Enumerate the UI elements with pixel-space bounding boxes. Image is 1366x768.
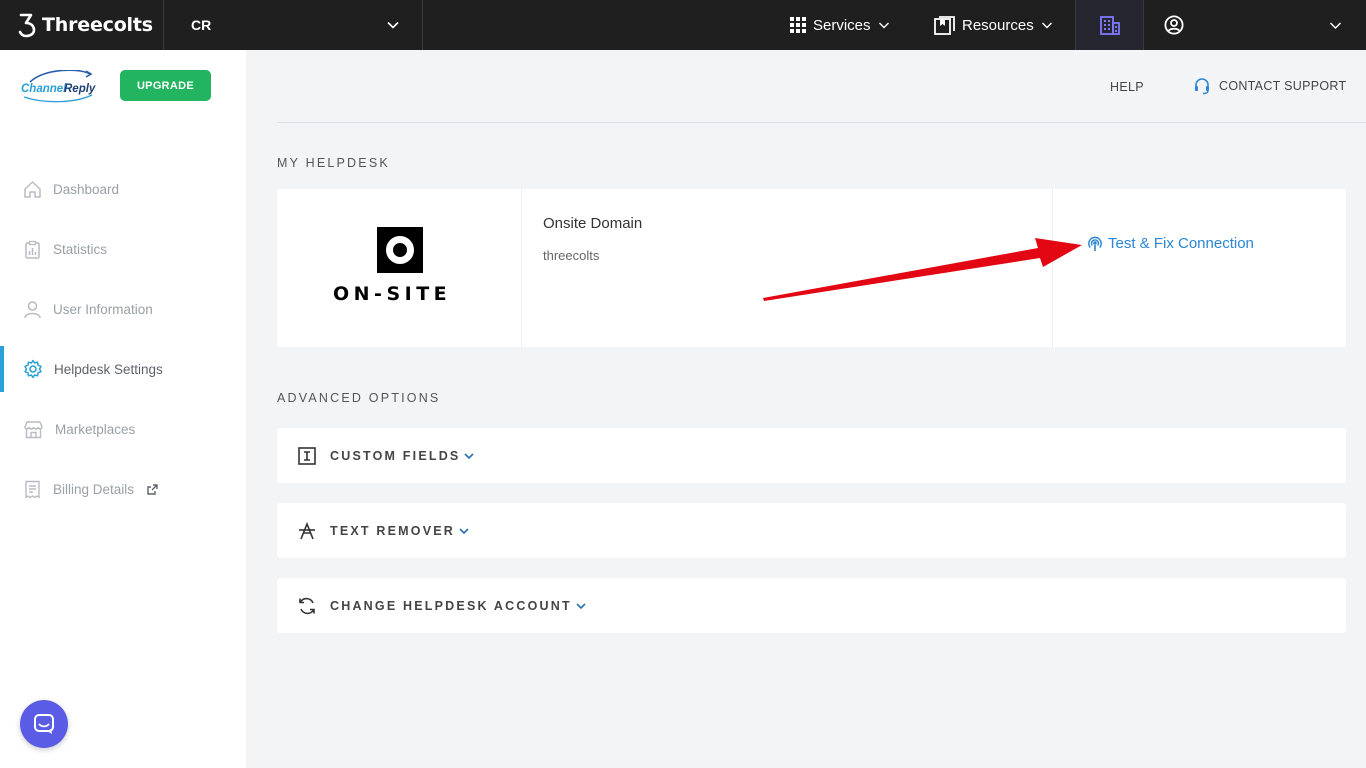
- custom-fields-toggle[interactable]: CUSTOM FIELDS: [277, 428, 1346, 483]
- divider: [521, 189, 522, 347]
- text-remover-toggle[interactable]: TEXT REMOVER: [277, 503, 1346, 558]
- sidebar-item-label: Statistics: [53, 241, 108, 257]
- resources-menu[interactable]: Resources: [934, 0, 1053, 50]
- resources-label: Resources: [962, 16, 1034, 34]
- onsite-logo-mark: [377, 227, 423, 273]
- test-fix-connection-link[interactable]: Test & Fix Connection: [1087, 235, 1254, 252]
- text-remover-label: TEXT REMOVER: [330, 523, 456, 538]
- book-icon: [934, 15, 955, 35]
- contact-support-link[interactable]: CONTACT SUPPORT: [1193, 77, 1346, 95]
- chevron-down-icon: [459, 527, 469, 534]
- contact-support-label: CONTACT SUPPORT: [1219, 79, 1347, 93]
- account-select[interactable]: CR: [164, 0, 422, 50]
- organization-button[interactable]: [1076, 0, 1143, 50]
- sidebar-item-label: Marketplaces: [55, 421, 136, 437]
- sidebar-item-marketplaces[interactable]: Marketplaces: [0, 406, 246, 452]
- chevron-down-icon: [387, 21, 399, 29]
- sidebar-item-billing-details[interactable]: Billing Details: [0, 466, 246, 512]
- helpdesk-card: ON-SITE Onsite Domain threecolts Test & …: [277, 189, 1346, 347]
- sidebar: Channel Reply UPGRADE Dashboard Statisti…: [0, 50, 246, 768]
- top-bar: Threecolts CR Services Resources: [0, 0, 1366, 50]
- user-icon: [24, 300, 41, 318]
- broadcast-icon: [1088, 236, 1102, 251]
- chat-launcher-button[interactable]: [20, 700, 68, 748]
- gear-icon: [24, 359, 42, 379]
- sidebar-item-label: User Information: [53, 301, 153, 317]
- brand-name: Threecolts: [42, 14, 153, 36]
- chevron-down-icon: [1041, 22, 1052, 29]
- chevron-down-icon: [576, 602, 586, 609]
- sidebar-item-helpdesk-settings[interactable]: Helpdesk Settings: [0, 346, 246, 392]
- strikethrough-icon: [299, 521, 315, 539]
- my-helpdesk-heading: MY HELPDESK: [277, 156, 390, 170]
- user-menu[interactable]: [1144, 0, 1366, 50]
- threecolts-brand[interactable]: Threecolts: [18, 0, 153, 50]
- svg-text:Channel: Channel: [21, 83, 67, 95]
- grid-icon: [790, 17, 806, 33]
- svg-text:Reply: Reply: [64, 83, 96, 95]
- clipboard-chart-icon: [25, 240, 40, 259]
- external-link-icon: [147, 483, 158, 495]
- channelreply-logo-icon: Channel Reply: [21, 69, 96, 103]
- custom-fields-label: CUSTOM FIELDS: [330, 448, 461, 463]
- chevron-down-icon: [878, 22, 889, 29]
- receipt-icon: [25, 480, 40, 498]
- building-icon: [1099, 15, 1120, 35]
- sidebar-item-statistics[interactable]: Statistics: [0, 226, 246, 272]
- onsite-logo-text: ON-SITE: [333, 283, 452, 305]
- chevron-down-icon: [464, 452, 475, 459]
- chat-icon: [34, 714, 54, 734]
- domain-title: Onsite Domain: [543, 215, 643, 232]
- sidebar-item-user-information[interactable]: User Information: [0, 286, 246, 332]
- advanced-options-heading: ADVANCED OPTIONS: [277, 391, 441, 405]
- domain-value: threecolts: [543, 248, 600, 263]
- services-menu[interactable]: Services: [790, 0, 890, 50]
- onsite-logo: ON-SITE: [333, 227, 465, 307]
- test-fix-connection-label: Test & Fix Connection: [1108, 235, 1254, 252]
- text-field-icon: [298, 446, 316, 465]
- divider: [1052, 189, 1053, 347]
- threecolts-logo-icon: [18, 13, 36, 38]
- store-icon: [24, 420, 43, 438]
- account-select-label: CR: [191, 17, 212, 33]
- upgrade-button[interactable]: UPGRADE: [120, 70, 211, 101]
- sidebar-item-dashboard[interactable]: Dashboard: [0, 166, 246, 212]
- services-label: Services: [813, 16, 871, 34]
- home-icon: [24, 180, 41, 198]
- channelreply-logo[interactable]: Channel Reply: [20, 69, 100, 106]
- sidebar-item-label: Billing Details: [53, 481, 135, 497]
- divider: [422, 0, 423, 50]
- sidebar-item-label: Dashboard: [53, 181, 120, 197]
- user-circle-icon: [1164, 15, 1184, 35]
- change-helpdesk-account-label: CHANGE HELPDESK ACCOUNT: [330, 598, 572, 613]
- change-helpdesk-account-toggle[interactable]: CHANGE HELPDESK ACCOUNT: [277, 578, 1346, 633]
- headset-icon: [1195, 78, 1209, 95]
- main-header: HELP CONTACT SUPPORT: [277, 50, 1366, 123]
- help-link[interactable]: HELP: [1110, 80, 1144, 94]
- refresh-icon: [299, 597, 315, 614]
- sidebar-item-label: Helpdesk Settings: [54, 361, 163, 377]
- chevron-down-icon: [1330, 22, 1341, 29]
